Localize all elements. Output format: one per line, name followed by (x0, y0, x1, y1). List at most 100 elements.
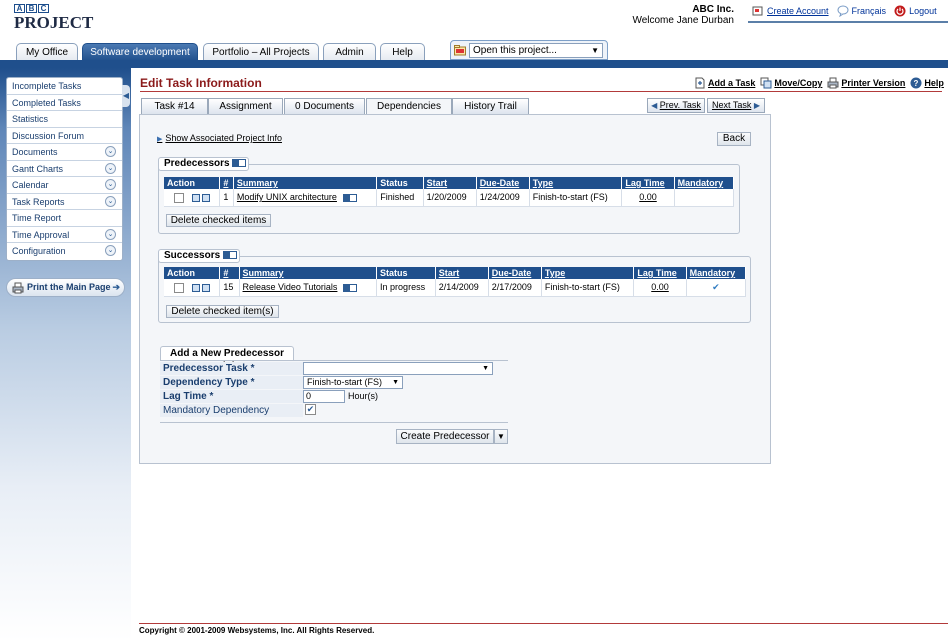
tab-task[interactable]: Task #14 (141, 98, 208, 114)
open-project-select[interactable]: Open this project... ▼ (469, 43, 603, 58)
mandatory-cell (674, 189, 735, 207)
due-date-cell: 1/24/2009 (476, 189, 530, 207)
sidebar-item-time-report[interactable]: Time Report (7, 210, 122, 227)
column-header-label: Type (544, 268, 566, 278)
create-account-link[interactable]: Create Account (752, 5, 829, 17)
logout-link[interactable]: Logout (894, 5, 937, 17)
sidebar-item-incomplete-tasks[interactable]: Incomplete Tasks (7, 78, 122, 95)
successors-table: Action # Summary Status Start Due-Date Type Lag… (164, 267, 747, 297)
column-header[interactable]: Type (541, 267, 635, 279)
sidebar-item-completed-tasks[interactable]: Completed Tasks (7, 95, 122, 111)
column-header[interactable]: Summary (239, 267, 378, 279)
printer-version-link[interactable]: Printer Version (827, 77, 905, 89)
row-checkbox[interactable] (174, 192, 184, 203)
mandatory-dependency-label: Mandatory Dependency (160, 404, 303, 417)
tab-my-office[interactable]: My Office (16, 43, 78, 61)
column-header[interactable]: Mandatory (674, 177, 735, 189)
expand-icon[interactable]: ⌄ (105, 179, 116, 190)
back-button[interactable]: Back (717, 132, 751, 146)
column-header[interactable]: # (219, 267, 240, 279)
predecessor-task-select[interactable]: ▼ (303, 362, 493, 375)
tab-documents[interactable]: 0 Documents (284, 98, 365, 114)
sidebar-item-discussion-forum[interactable]: Discussion Forum (7, 128, 122, 144)
expand-icon[interactable]: ⌄ (105, 228, 116, 240)
tab-help[interactable]: Help (380, 43, 425, 61)
create-options-dropdown[interactable]: ▼ (494, 429, 508, 444)
column-header[interactable]: Start (435, 267, 489, 279)
delete-predecessors-button[interactable]: Delete checked items (166, 214, 271, 227)
dependency-link-icon (222, 251, 237, 260)
create-predecessor-button[interactable]: Create Predecessor (396, 429, 494, 444)
show-associated-project-link[interactable]: ▶ Show Associated Project Info (157, 133, 282, 143)
column-header[interactable]: Due-Date (488, 267, 542, 279)
column-header[interactable]: Due-Date (476, 177, 530, 189)
row-checkbox[interactable] (174, 282, 184, 293)
tab-dependencies[interactable]: Dependencies (366, 98, 452, 115)
chevron-down-icon: ▼ (591, 46, 599, 55)
column-header-label: Action (167, 268, 195, 278)
edit-dependency-icon[interactable] (202, 283, 210, 292)
print-main-label: Print the Main Page (27, 282, 111, 292)
sidebar-item-label: Gantt Charts (12, 163, 64, 174)
column-header: Action (164, 267, 221, 279)
summary-link-text: Modify UNIX architecture (236, 192, 337, 203)
summary-link[interactable]: Modify UNIX architecture (233, 189, 378, 207)
prev-task-button[interactable]: ◀ Prev. Task (647, 98, 705, 113)
expand-icon[interactable]: ⌄ (105, 195, 116, 207)
due-date-cell-text: 1/24/2009 (479, 192, 520, 203)
dependency-link-icon[interactable] (343, 283, 358, 292)
edit-dependency-icon[interactable] (202, 193, 210, 202)
add-task-link[interactable]: Add a Task (694, 77, 755, 89)
edit-icon[interactable] (192, 283, 200, 292)
next-task-button[interactable]: Next Task ▶ (707, 98, 765, 113)
language-link[interactable]: Français (837, 5, 886, 17)
column-header[interactable]: Lag Time (633, 267, 687, 279)
summary-link[interactable]: Release Video Tutorials (239, 279, 378, 297)
column-header[interactable]: Start (423, 177, 477, 189)
arrow-right-icon: ➔ (112, 282, 120, 292)
sidebar-item-documents[interactable]: Documents ⌄ (7, 144, 122, 161)
tab-admin[interactable]: Admin (323, 43, 376, 61)
sidebar-item-statistics[interactable]: Statistics (7, 111, 122, 128)
lag-time-link[interactable]: 0.00 (621, 189, 675, 207)
dependency-type-select[interactable]: Finish-to-start (FS) ▼ (303, 376, 403, 389)
lag-time-input[interactable]: 0 (303, 390, 345, 403)
sidebar-item-label: Statistics (12, 114, 49, 124)
title-rule (140, 91, 942, 92)
help-link[interactable]: ? Help (910, 77, 944, 89)
sidebar-item-task-reports[interactable]: Task Reports ⌄ (7, 194, 122, 210)
column-header[interactable]: # (219, 177, 234, 189)
app-logo[interactable]: A B C PROJECT (14, 4, 93, 31)
delete-successors-button[interactable]: Delete checked item(s) (166, 305, 279, 318)
collapse-sidebar-handle[interactable]: ◀ (122, 85, 130, 107)
tab-software-development[interactable]: Software development (82, 43, 198, 61)
company-name: ABC Inc. (692, 4, 734, 15)
sidebar-item-calendar[interactable]: Calendar ⌄ (7, 177, 122, 194)
edit-icon[interactable] (192, 193, 200, 202)
column-header[interactable]: Mandatory (686, 267, 747, 279)
move-copy-link[interactable]: Move/Copy (760, 77, 822, 89)
chevron-down-icon: ▼ (392, 379, 399, 386)
mandatory-dependency-checkbox[interactable]: ✔ (305, 404, 316, 415)
sidebar-item-gantt-charts[interactable]: Gantt Charts ⌄ (7, 161, 122, 177)
dependency-link-icon[interactable] (342, 193, 357, 202)
print-main-page-button[interactable]: Print the Main Page ➔ (6, 278, 125, 297)
sidebar-item-time-approval[interactable]: Time Approval ⌄ (7, 227, 122, 243)
dependency-type-label: Dependency Type * (160, 376, 303, 389)
column-header[interactable]: Lag Time (621, 177, 675, 189)
expand-icon[interactable]: ⌄ (105, 245, 116, 256)
column-header[interactable]: Summary (233, 177, 378, 189)
lag-time-link[interactable]: 0.00 (633, 279, 687, 297)
tab-portfolio[interactable]: Portfolio – All Projects (203, 43, 319, 61)
column-header[interactable]: Type (529, 177, 623, 189)
arrow-right-icon: ▶ (753, 101, 761, 110)
add-predecessor-tab[interactable]: Add a New Predecessor Link (160, 346, 294, 372)
expand-icon[interactable]: ⌄ (105, 146, 116, 157)
table-body: 15 Release Video Tutorials In progress 2/14… (164, 279, 747, 297)
sidebar-item-configuration[interactable]: Configuration ⌄ (7, 243, 122, 260)
tab-history-trail[interactable]: History Trail (452, 98, 529, 114)
tab-assignment[interactable]: Assignment (208, 98, 283, 114)
expand-icon[interactable]: ⌄ (105, 162, 116, 174)
logo-letter: B (26, 4, 37, 13)
dependency-type-value: Finish-to-start (FS) (307, 377, 383, 387)
